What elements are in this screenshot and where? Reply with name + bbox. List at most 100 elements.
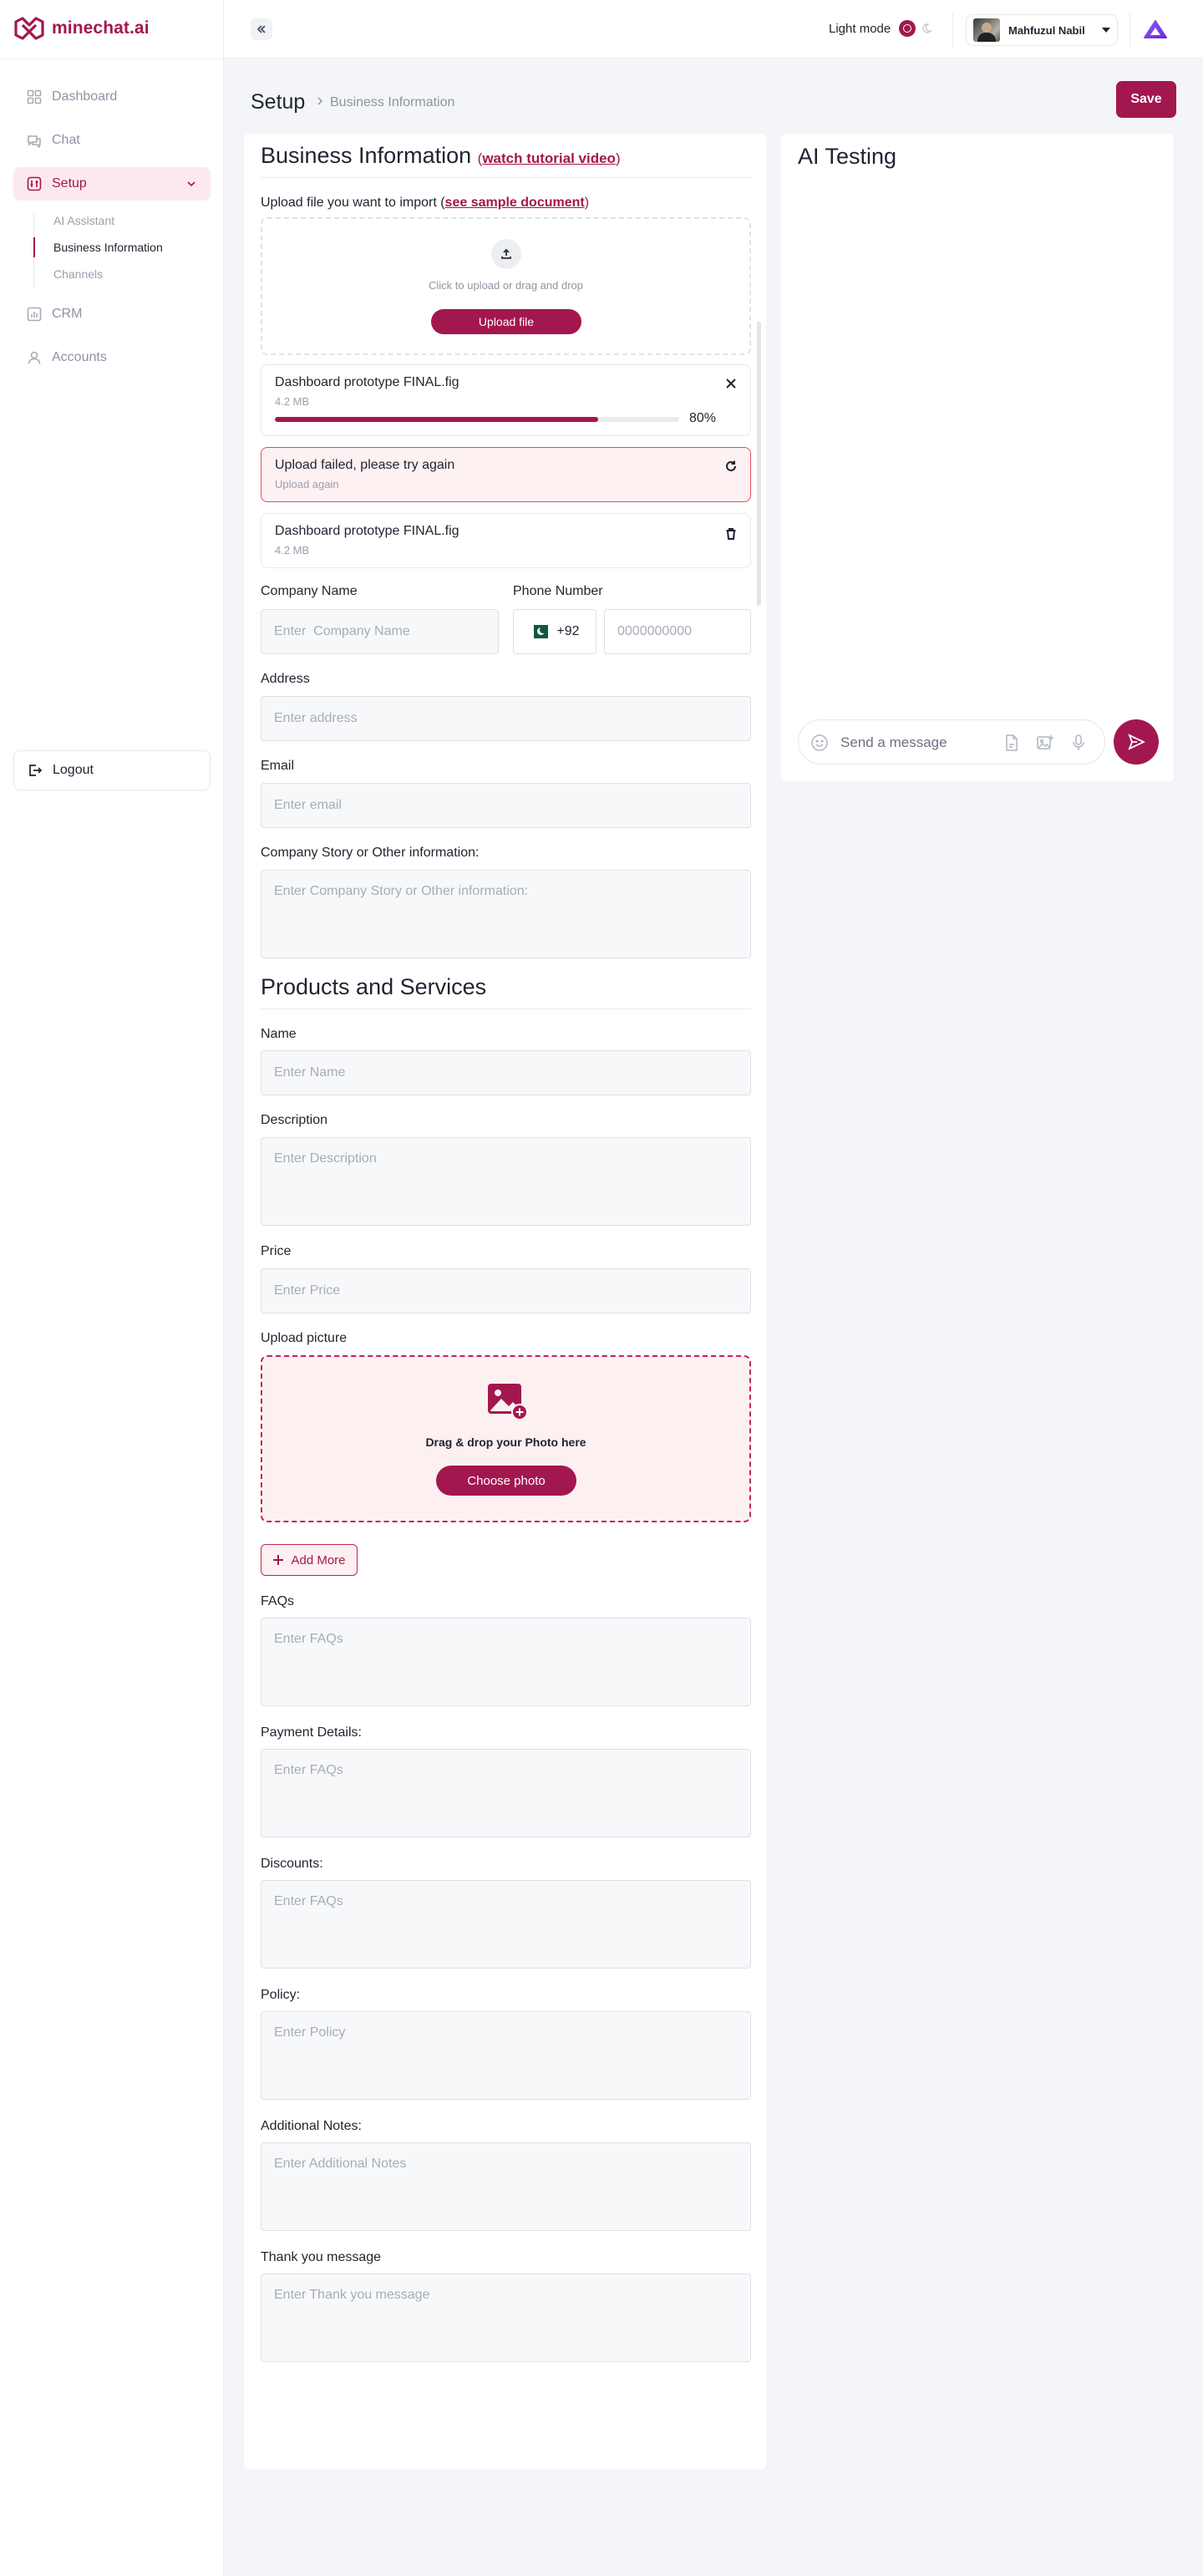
photo-drop-text: Drag & drop your Photo here xyxy=(425,1435,586,1449)
attach-file-icon[interactable] xyxy=(1002,734,1021,752)
product-name-input[interactable] xyxy=(261,1050,751,1095)
tutorial-link-text[interactable]: watch tutorial video xyxy=(482,150,616,166)
chat-icon xyxy=(28,135,41,148)
page-title: Setup xyxy=(251,90,306,114)
subnav-item-ai-assistant[interactable]: AI Assistant xyxy=(53,207,211,234)
email-input[interactable] xyxy=(261,783,751,828)
thank-you-message-textarea[interactable] xyxy=(261,2274,751,2362)
brand-triangle-icon[interactable] xyxy=(1143,18,1168,40)
microphone-icon[interactable] xyxy=(1069,734,1088,752)
file-name: Dashboard prototype FINAL.fig xyxy=(275,524,459,538)
company-story-textarea[interactable] xyxy=(261,870,751,958)
discounts-textarea[interactable] xyxy=(261,1880,751,1969)
upload-again-link[interactable]: Upload again xyxy=(275,478,339,490)
product-name-label: Name xyxy=(261,1027,297,1041)
uploaded-file-card: Dashboard prototype FINAL.fig 4.2 MB xyxy=(261,513,751,568)
sidebar-item-label: Accounts xyxy=(52,350,107,364)
subnav-item-business-information[interactable]: Business Information xyxy=(33,234,211,261)
phone-number-input[interactable] xyxy=(604,609,751,654)
upload-progress-percent: 80% xyxy=(689,411,717,425)
upload-label-suffix: ) xyxy=(584,196,590,210)
file-name: Dashboard prototype FINAL.fig xyxy=(275,375,459,389)
sun-icon[interactable] xyxy=(899,20,916,37)
logout-label: Logout xyxy=(53,763,94,777)
moon-icon[interactable] xyxy=(921,23,933,34)
attach-image-icon[interactable] xyxy=(1036,734,1054,752)
upload-picture-label: Upload picture xyxy=(261,1331,348,1345)
dropzone-text: Click to upload or drag and drop xyxy=(428,279,583,292)
sidebar-item-label: Chat xyxy=(52,133,80,147)
faqs-label: FAQs xyxy=(261,1594,295,1608)
tutorial-link[interactable]: (watch tutorial video) xyxy=(478,150,621,166)
user-icon xyxy=(28,351,41,364)
policy-textarea[interactable] xyxy=(261,2011,751,2100)
additional-notes-textarea[interactable] xyxy=(261,2142,751,2231)
business-info-title: Business Information (watch tutorial vid… xyxy=(261,143,621,169)
theme-mode-label: Light mode xyxy=(829,21,891,36)
sidebar-item-accounts[interactable]: Accounts xyxy=(13,341,211,374)
address-label: Address xyxy=(261,672,310,686)
company-story-label: Company Story or Other information: xyxy=(261,846,480,860)
trash-icon xyxy=(726,528,736,540)
grid-icon xyxy=(27,89,42,104)
logo[interactable]: minechat.ai xyxy=(13,17,150,40)
product-description-textarea[interactable] xyxy=(261,1137,751,1226)
logout-button[interactable]: Logout xyxy=(13,750,211,790)
faqs-textarea[interactable] xyxy=(261,1618,751,1706)
save-button[interactable]: Save xyxy=(1116,81,1176,118)
policy-label: Policy: xyxy=(261,1988,301,2002)
upload-error-card: Upload failed, please try again Upload a… xyxy=(261,447,751,502)
payment-details-label: Payment Details: xyxy=(261,1725,362,1740)
subnav-item-channels[interactable]: Channels xyxy=(53,261,211,287)
add-more-button[interactable]: Add More xyxy=(261,1544,358,1576)
photo-dropzone[interactable]: Drag & drop your Photo here Choose photo xyxy=(261,1355,751,1522)
theme-toggle[interactable] xyxy=(899,20,933,37)
ai-testing-card: AI Testing xyxy=(781,134,1174,781)
sample-document-link[interactable]: see sample document xyxy=(445,196,585,210)
sidebar-divider xyxy=(0,58,224,59)
message-input[interactable] xyxy=(840,733,991,753)
cancel-upload-button[interactable] xyxy=(724,377,738,390)
thank-you-message-label: Thank you message xyxy=(261,2250,382,2264)
retry-upload-button[interactable] xyxy=(724,460,738,473)
upload-file-button[interactable]: Upload file xyxy=(431,309,581,334)
products-title: Products and Services xyxy=(261,974,487,999)
user-name: Mahfuzul Nabil xyxy=(1008,23,1085,37)
sidebar-item-label: Dashboard xyxy=(52,89,118,104)
sidebar-item-label: Setup xyxy=(52,176,87,191)
sidebar-item-dashboard[interactable]: Dashboard xyxy=(13,80,211,114)
topbar: Light mode Mahfuzul Nabil xyxy=(224,0,1203,58)
sidebar-item-setup[interactable]: Setup xyxy=(13,167,211,201)
file-dropzone[interactable]: Click to upload or drag and drop Upload … xyxy=(261,217,751,355)
caret-down-icon xyxy=(1102,28,1110,33)
topbar-divider xyxy=(1129,12,1130,47)
close-icon xyxy=(726,379,736,389)
emoji-icon[interactable] xyxy=(810,734,829,752)
plus-icon xyxy=(273,1555,284,1565)
refresh-icon xyxy=(726,460,736,471)
price-input[interactable] xyxy=(261,1268,751,1313)
avatar xyxy=(973,18,1000,42)
double-chevron-left-icon xyxy=(256,25,266,33)
upload-label: Upload file you want to import (see samp… xyxy=(261,196,589,211)
message-composer xyxy=(798,719,1105,765)
sidebar-item-crm[interactable]: CRM xyxy=(13,297,211,331)
scrollbar[interactable] xyxy=(757,322,761,606)
chevron-right-icon xyxy=(317,97,323,105)
country-code-select[interactable]: +92 xyxy=(513,609,596,654)
delete-file-button[interactable] xyxy=(724,527,738,541)
add-photo-icon xyxy=(488,1384,528,1420)
file-size: 4.2 MB xyxy=(275,544,310,556)
company-name-input[interactable] xyxy=(261,609,499,654)
send-message-button[interactable] xyxy=(1114,719,1159,765)
file-size: 4.2 MB xyxy=(275,395,310,408)
user-menu[interactable]: Mahfuzul Nabil xyxy=(966,14,1118,46)
payment-details-textarea[interactable] xyxy=(261,1749,751,1837)
additional-notes-label: Additional Notes: xyxy=(261,2119,362,2133)
collapse-sidebar-button[interactable] xyxy=(251,18,272,40)
address-input[interactable] xyxy=(261,696,751,741)
email-label: Email xyxy=(261,759,295,773)
breadcrumb[interactable]: Business Information xyxy=(330,95,454,110)
choose-photo-button[interactable]: Choose photo xyxy=(436,1466,576,1496)
sidebar-item-chat[interactable]: Chat xyxy=(13,124,211,157)
